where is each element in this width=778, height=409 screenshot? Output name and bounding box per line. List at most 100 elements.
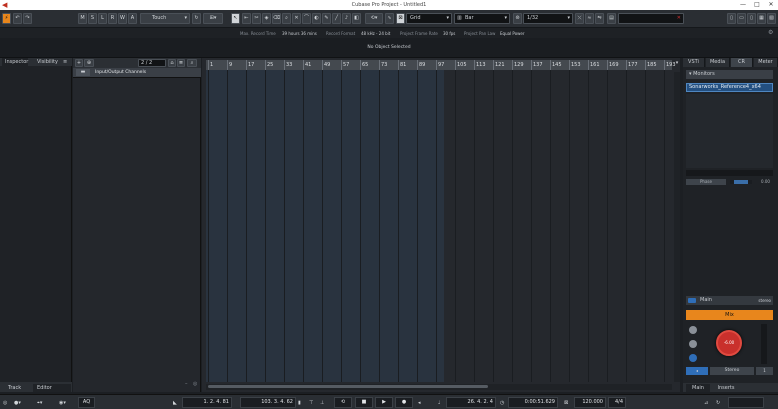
position-time-field[interactable]: 0:00:51.629 bbox=[508, 397, 558, 408]
draw-tool-icon[interactable]: ✎ bbox=[322, 13, 331, 24]
minimize-button[interactable]: — bbox=[736, 1, 750, 9]
mute-tool-icon[interactable]: ✕ bbox=[292, 13, 301, 24]
play-tool-icon[interactable]: ♪ bbox=[342, 13, 351, 24]
primary-time-icon[interactable]: ♩ bbox=[438, 398, 440, 408]
zoom-slider-icon[interactable]: ◎ bbox=[193, 381, 197, 387]
grid-type-select[interactable]: ▥ Bar ▾ bbox=[454, 13, 510, 24]
add-track-button[interactable]: + bbox=[75, 59, 83, 67]
close-button[interactable]: ✕ bbox=[764, 1, 778, 9]
vertical-scrollbar[interactable] bbox=[674, 72, 680, 382]
position-bars-field[interactable]: 26. 4. 2. 4 bbox=[446, 397, 496, 408]
punch-in-icon[interactable]: ⊤ bbox=[309, 398, 313, 408]
pan-law-value[interactable]: Equal Power bbox=[500, 31, 525, 36]
folder-track-row[interactable]: ▬ Input/Output Channels bbox=[73, 68, 201, 78]
solo-all-button[interactable]: S bbox=[88, 13, 97, 24]
auto-quantize-button[interactable]: AQ bbox=[78, 397, 95, 408]
monitor-item[interactable]: Sonarworks_Reference4_x64 bbox=[686, 83, 773, 92]
track-preset-icon[interactable]: ⊕ bbox=[84, 59, 94, 67]
activate-project-button[interactable]: ⚡ bbox=[2, 13, 11, 24]
tab-visibility[interactable]: Visibility bbox=[34, 58, 58, 66]
punch-out-icon[interactable]: ⊥ bbox=[320, 398, 324, 408]
tempo-track-icon[interactable]: ⊠ bbox=[564, 398, 568, 408]
cycle-button[interactable]: ⟲ bbox=[334, 397, 352, 408]
tab-main[interactable]: Main bbox=[686, 384, 710, 392]
channel-1-button[interactable]: 1 bbox=[756, 367, 773, 375]
color-selector-field[interactable]: ✕ bbox=[618, 13, 684, 24]
time-warp-icon[interactable]: ◐ bbox=[312, 13, 321, 24]
project-window-event-display[interactable]: 1 9 17 25 33 41 49 57 65 73 81 89 97 105 113 121 129 137 1… bbox=[202, 58, 680, 392]
phase-button[interactable]: Phase bbox=[686, 179, 726, 185]
tab-inspector[interactable]: Inspector bbox=[2, 58, 29, 66]
quantize-settings-icon[interactable]: ≈ bbox=[585, 13, 594, 24]
listen-button[interactable]: L bbox=[98, 13, 107, 24]
tempo-field[interactable]: 120.000 bbox=[574, 397, 606, 408]
lock-icon[interactable]: ▮ bbox=[298, 398, 301, 408]
secondary-time-icon[interactable]: ◷ bbox=[500, 398, 504, 408]
track-colors-icon[interactable]: ▤ bbox=[607, 13, 616, 24]
undo-icon[interactable]: ↶ bbox=[13, 13, 22, 24]
punch-icon[interactable]: ⌖▾ bbox=[37, 398, 42, 408]
left-button[interactable]: ◂ bbox=[686, 367, 708, 375]
record-button[interactable]: ● bbox=[395, 397, 413, 408]
reference-level-icon[interactable] bbox=[689, 340, 697, 348]
record-mode-icon[interactable]: ●▾ bbox=[14, 398, 21, 408]
audio-quantize-icon[interactable]: ⇋ bbox=[595, 13, 604, 24]
metronome-icon[interactable]: ⊿ bbox=[704, 398, 708, 408]
search-icon[interactable]: ⌕ bbox=[187, 59, 197, 67]
tab-editor[interactable]: Editor bbox=[33, 384, 71, 392]
mix-source-button[interactable]: Mix bbox=[686, 310, 773, 320]
zoom-out-icon[interactable]: – bbox=[185, 381, 188, 387]
maximize-button[interactable]: □ bbox=[750, 1, 764, 9]
volume-knob[interactable]: -6.00 bbox=[716, 330, 742, 356]
right-locator-field[interactable]: 103. 3. 4. 62 bbox=[240, 397, 296, 408]
tab-track[interactable]: Track bbox=[2, 384, 32, 392]
zoom-tool-icon[interactable]: ⌕ bbox=[282, 13, 291, 24]
power-toggle-icon[interactable] bbox=[688, 298, 696, 303]
scrollbar-thumb[interactable] bbox=[208, 385, 488, 388]
snap-toggle-icon[interactable]: ⊠ bbox=[396, 13, 405, 24]
snap-type-select[interactable]: Grid ▾ bbox=[406, 13, 452, 24]
go-to-left-locator-icon[interactable]: ◣ bbox=[173, 398, 177, 408]
mute-all-button[interactable]: M bbox=[78, 13, 87, 24]
color-tool-icon[interactable]: ◧ bbox=[352, 13, 361, 24]
write-automation-button[interactable]: W bbox=[118, 13, 127, 24]
horizontal-scrollbar[interactable] bbox=[206, 384, 672, 390]
talkback-icon[interactable] bbox=[689, 354, 697, 362]
object-selection-tool-icon[interactable]: ↖ bbox=[231, 13, 240, 24]
glue-tool-icon[interactable]: ◈ bbox=[262, 13, 271, 24]
auto-scroll-icon[interactable]: ⟲▾ bbox=[365, 13, 383, 24]
settings-icon[interactable]: ◎ bbox=[3, 398, 7, 408]
stop-button[interactable]: ■ bbox=[355, 397, 373, 408]
tab-media[interactable]: Media bbox=[706, 58, 730, 67]
automation-mode-select[interactable]: Touch ▾ bbox=[140, 13, 190, 24]
list-icon[interactable]: ≣ bbox=[177, 59, 185, 67]
left-zone-toggle-icon[interactable]: ▯ bbox=[727, 13, 736, 24]
quantize-select[interactable]: 1/32 ▾ bbox=[523, 13, 573, 24]
read-automation-button[interactable]: R bbox=[108, 13, 117, 24]
main-output-row[interactable]: Main stereo bbox=[686, 296, 773, 305]
play-button[interactable]: ▶ bbox=[375, 397, 393, 408]
menu-icon[interactable]: ≡ bbox=[60, 58, 67, 66]
sync-icon[interactable]: ↻ bbox=[716, 398, 720, 408]
monitors-header[interactable]: ▾ Monitors bbox=[686, 70, 773, 79]
ruler[interactable]: 1 9 17 25 33 41 49 57 65 73 81 89 97 105 113 121 129 137 1… bbox=[206, 60, 676, 70]
marker-icon[interactable]: ◂ bbox=[418, 398, 421, 408]
range-tool-icon[interactable]: ⇤ bbox=[242, 13, 251, 24]
snap-to-zero-icon[interactable]: ∿ bbox=[385, 13, 394, 24]
tab-cr[interactable]: CR bbox=[731, 58, 753, 67]
redo-icon[interactable]: ↷ bbox=[23, 13, 32, 24]
folder-icon[interactable]: ⌂ bbox=[168, 59, 176, 67]
iterative-quantize-icon[interactable]: ⤬ bbox=[575, 13, 584, 24]
dim-icon[interactable] bbox=[689, 326, 697, 334]
tab-meter[interactable]: Meter bbox=[754, 58, 778, 67]
ruler-scroll-icon[interactable]: ▾ bbox=[674, 60, 680, 70]
line-tool-icon[interactable]: ╱ bbox=[332, 13, 341, 24]
tool-group-icon[interactable]: ⊞▾ bbox=[203, 13, 223, 24]
frame-rate-value[interactable]: 30 fps bbox=[443, 31, 455, 36]
gear-icon[interactable]: ⚙ bbox=[768, 29, 773, 36]
stereo-mode-button[interactable]: Stereo bbox=[710, 367, 754, 375]
split-tool-icon[interactable]: ✂ bbox=[252, 13, 261, 24]
track-counter[interactable]: 2 / 2 bbox=[138, 59, 166, 67]
automation-a-button[interactable]: A bbox=[128, 13, 137, 24]
lower-zone-toggle-icon[interactable]: ▭ bbox=[737, 13, 746, 24]
